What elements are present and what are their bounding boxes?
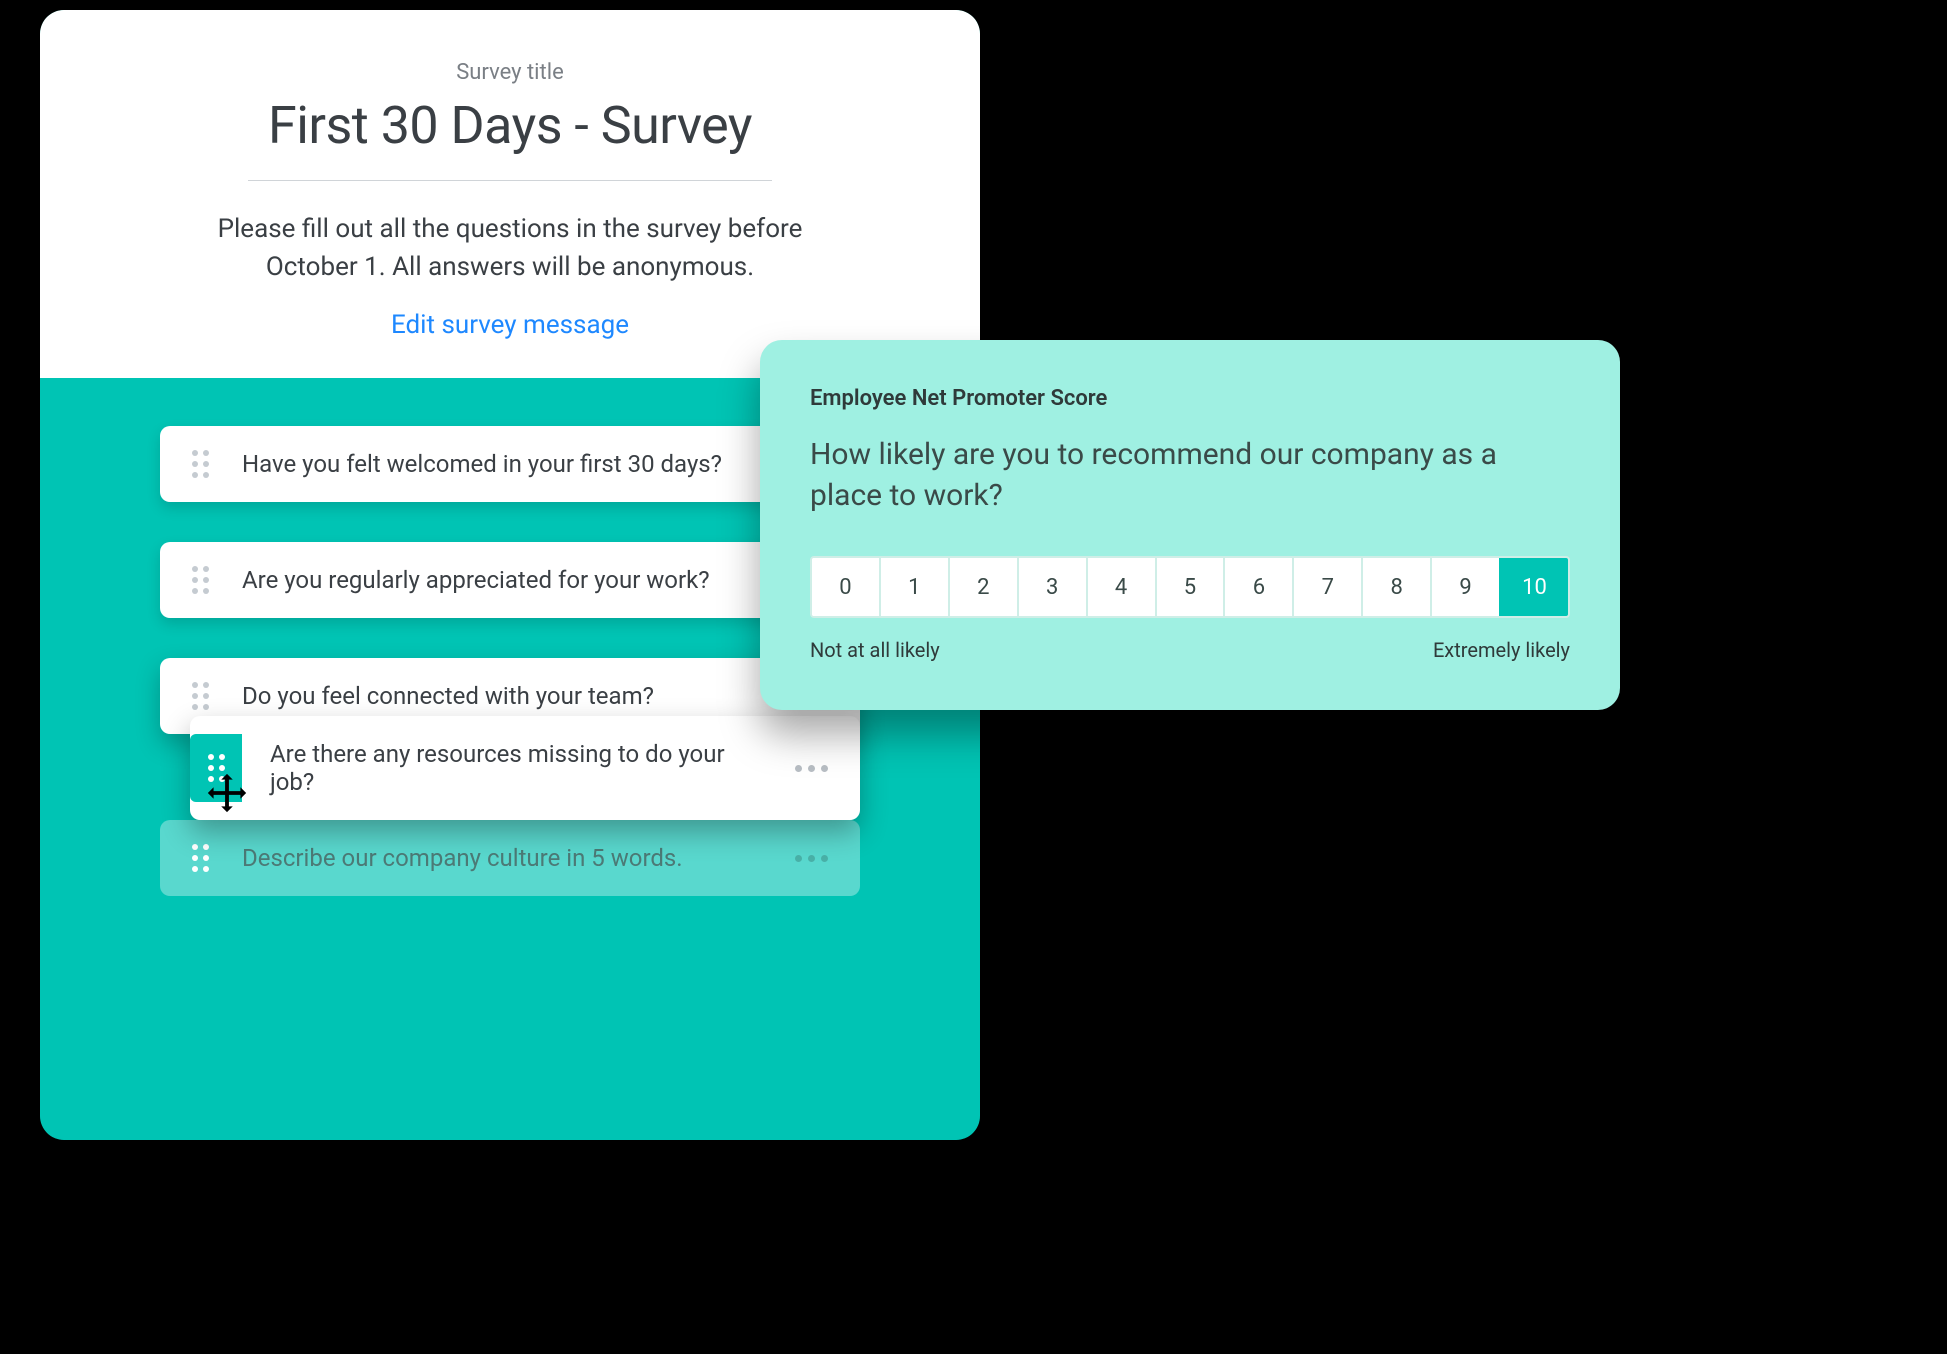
survey-header: Survey title First 30 Days - Survey Plea… (40, 10, 980, 378)
nps-cell-6[interactable]: 6 (1223, 558, 1292, 616)
nps-card: Employee Net Promoter Score How likely a… (760, 340, 1620, 710)
survey-title-label: Survey title (80, 60, 940, 85)
nps-cell-5[interactable]: 5 (1155, 558, 1224, 616)
question-card[interactable]: Have you felt welcomed in your first 30 … (160, 426, 860, 502)
survey-title-wrap[interactable]: First 30 Days - Survey (248, 95, 772, 181)
nps-cell-9[interactable]: 9 (1430, 558, 1499, 616)
nps-cell-3[interactable]: 3 (1017, 558, 1086, 616)
drag-handle-icon[interactable] (186, 682, 214, 710)
survey-message: Please fill out all the questions in the… (170, 211, 850, 286)
drag-handle-icon[interactable] (186, 566, 214, 594)
question-text: Describe our company culture in 5 words. (242, 844, 761, 872)
nps-question: How likely are you to recommend our comp… (810, 435, 1570, 516)
more-options-icon[interactable] (789, 759, 834, 778)
nps-label: Employee Net Promoter Score (810, 386, 1570, 411)
nps-low-label: Not at all likely (810, 638, 940, 662)
question-card-placeholder[interactable]: Describe our company culture in 5 words. (160, 820, 860, 896)
more-options-icon[interactable] (789, 849, 834, 868)
question-card[interactable]: Are you regularly appreciated for your w… (160, 542, 860, 618)
nps-high-label: Extremely likely (1433, 638, 1570, 662)
edit-survey-message-link[interactable]: Edit survey message (391, 310, 629, 340)
drag-handle-icon[interactable] (186, 450, 214, 478)
question-card-dragging[interactable]: Are there any resources missing to do yo… (190, 716, 860, 820)
nps-cell-1[interactable]: 1 (879, 558, 948, 616)
nps-cell-2[interactable]: 2 (948, 558, 1017, 616)
nps-scale: 012345678910 (810, 556, 1570, 618)
question-text: Have you felt welcomed in your first 30 … (242, 450, 834, 478)
nps-cell-7[interactable]: 7 (1292, 558, 1361, 616)
question-text: Are you regularly appreciated for your w… (242, 566, 834, 594)
nps-cell-4[interactable]: 4 (1086, 558, 1155, 616)
survey-title[interactable]: First 30 Days - Survey (268, 95, 752, 174)
nps-cell-0[interactable]: 0 (812, 558, 879, 616)
question-text: Do you feel connected with your team? (242, 682, 761, 710)
nps-cell-10[interactable]: 10 (1499, 558, 1568, 616)
move-cursor-icon (204, 770, 250, 816)
nps-endpoints: Not at all likely Extremely likely (810, 638, 1570, 662)
drag-handle-active[interactable] (190, 734, 242, 802)
question-text: Are there any resources missing to do yo… (270, 740, 761, 796)
drag-handle-icon[interactable] (186, 844, 214, 872)
nps-cell-8[interactable]: 8 (1361, 558, 1430, 616)
